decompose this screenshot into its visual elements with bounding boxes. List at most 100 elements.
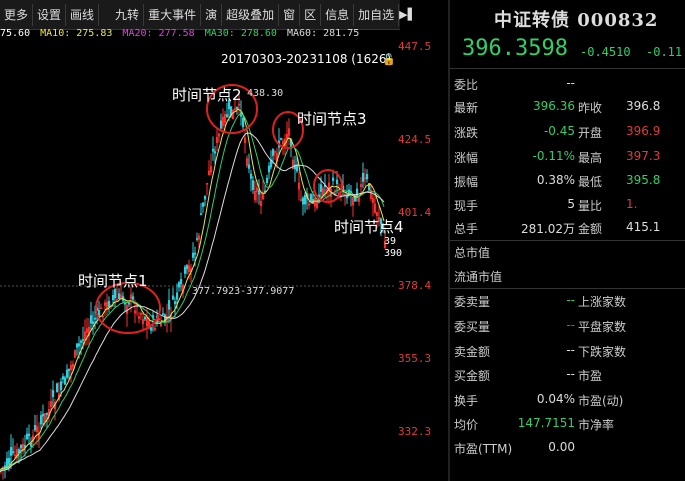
toolbar-overlay-button[interactable]: 超级叠加 xyxy=(222,3,280,26)
quote-value: 5 xyxy=(567,197,575,211)
candle-body xyxy=(10,447,13,456)
quote-label: 总手 xyxy=(454,222,479,236)
quote-label-2: 量比 xyxy=(578,199,603,213)
price-tick: 332.3 xyxy=(398,425,432,438)
quote-value: -- xyxy=(566,76,575,90)
quote-label: 均价 xyxy=(454,418,479,432)
quote-label: 涨跌 xyxy=(454,126,479,140)
price-tick: 355.3 xyxy=(398,352,432,365)
quote-value-2: 396.9 xyxy=(626,124,661,138)
candle-body xyxy=(220,120,223,129)
quote-label: 振幅 xyxy=(454,175,479,189)
toolbar-info-button[interactable]: 信息 xyxy=(321,3,355,26)
candle-body xyxy=(61,376,65,380)
candle-body xyxy=(108,300,111,308)
candle-body xyxy=(29,442,33,447)
quote-label: 买金额 xyxy=(454,369,491,383)
quote-label-2: 上涨家数 xyxy=(578,295,627,309)
candle-body xyxy=(214,151,217,154)
toolbar-yan-button[interactable]: 演 xyxy=(201,3,223,26)
toolbar-events-button[interactable]: 重大事件 xyxy=(144,3,202,26)
quote-value: 0.04% xyxy=(536,392,575,406)
lock-icon[interactable]: 🔓 xyxy=(382,53,396,66)
candle-body xyxy=(192,252,195,258)
candle-body xyxy=(124,302,127,305)
quote-label: 流通市值 xyxy=(454,270,503,284)
candle-body xyxy=(150,327,153,331)
candle-body xyxy=(250,173,253,179)
candle-body xyxy=(144,316,147,320)
candle-body xyxy=(267,165,271,173)
candle-body xyxy=(12,451,15,453)
quote-label: 委卖量 xyxy=(454,295,491,309)
candle-body xyxy=(168,300,171,310)
candle-body xyxy=(128,302,131,305)
candle-body xyxy=(303,194,307,205)
candle-body xyxy=(80,340,83,343)
ma-line xyxy=(0,132,385,473)
kline-chart-area[interactable]: 20170303-20231108 (1626) 🔓 447.5 424.5 4… xyxy=(0,0,450,481)
ma20-value: MA20: 277.58 xyxy=(122,28,195,39)
quote-value: 0.38% xyxy=(536,173,575,187)
candle-body xyxy=(33,424,37,431)
quote-value: 0.00 xyxy=(548,440,575,454)
candle-body xyxy=(39,415,43,425)
ma60-value: MA60: 281.75 xyxy=(286,28,360,39)
candle-body xyxy=(180,279,183,285)
quote-row: 卖金额 -- 下跌家数 xyxy=(450,339,685,363)
toolbar-zone-button[interactable]: 区 xyxy=(300,3,322,26)
candle-body xyxy=(252,180,255,190)
candle-body xyxy=(236,107,239,109)
toolbar-window-button[interactable]: 窗 xyxy=(279,3,301,26)
quote-label: 总市值 xyxy=(454,246,491,260)
quote-label: 现手 xyxy=(454,199,479,213)
toolbar-more-button[interactable]: 更多 xyxy=(0,3,34,26)
quote-value-2: 415.1 xyxy=(626,220,661,234)
quote-value-2: 395.8 xyxy=(626,173,661,187)
toolbar-add-watchlist-button[interactable]: 加自选 xyxy=(354,3,400,26)
candle-body xyxy=(345,195,349,199)
candle-body xyxy=(172,295,175,300)
quote-value: -- xyxy=(566,367,575,381)
toolbar-draw-button[interactable]: 画线 xyxy=(66,3,100,26)
candle-body xyxy=(82,339,85,341)
quote-value: 147.7151 xyxy=(517,416,575,430)
candle-body xyxy=(90,315,93,324)
kline-chart[interactable] xyxy=(0,0,450,481)
quote-label-2: 最低 xyxy=(578,175,603,189)
play-forward-icon[interactable]: ▶▌ xyxy=(399,4,416,26)
candle-body xyxy=(132,296,135,300)
candle-body xyxy=(257,190,261,195)
candle-body xyxy=(248,164,251,169)
quote-panel: 中证转债 000832 396.3598 -0.4510 -0.11 委比 -- 最… xyxy=(450,0,685,481)
toolbar-settings-button[interactable]: 设置 xyxy=(33,3,67,26)
quote-value: -0.11% xyxy=(532,149,575,163)
candle-body xyxy=(25,433,29,440)
candle-body xyxy=(94,317,97,320)
ma-indicator-bar: 75.60 MA10: 275.83 MA20: 277.58 MA30: 27… xyxy=(0,28,400,42)
candle-body xyxy=(365,174,369,180)
candle-body xyxy=(301,197,305,205)
candle-body xyxy=(186,265,189,269)
quote-value: 281.02万 xyxy=(521,222,575,236)
quote-row: 总市值 xyxy=(450,240,685,264)
date-range-label: 20170303-20231108 (1626) xyxy=(221,52,392,66)
annotation-node-2: 时间节点2 xyxy=(172,86,242,104)
ma30-value: MA30: 278.60 xyxy=(204,28,277,39)
quote-label: 委比 xyxy=(454,78,479,92)
candle-body xyxy=(184,266,187,274)
candle-body xyxy=(279,138,283,140)
quote-value: -- xyxy=(566,343,575,357)
candle-body xyxy=(78,343,81,347)
candle-body xyxy=(361,172,365,182)
candle-body xyxy=(331,177,335,181)
quote-value: -- xyxy=(566,293,575,307)
toolbar-jiuzhuan-button[interactable]: 九转 xyxy=(111,3,145,26)
quote-label: 换手 xyxy=(454,394,479,408)
price-change-pct: -0.11 xyxy=(646,45,683,59)
candle-body xyxy=(92,321,95,325)
candle-body xyxy=(178,282,181,288)
quote-row: 委比 -- xyxy=(450,72,685,96)
quote-row: 委卖量 -- 上涨家数 xyxy=(450,289,685,313)
ma-first-value: 75.60 xyxy=(0,28,31,39)
